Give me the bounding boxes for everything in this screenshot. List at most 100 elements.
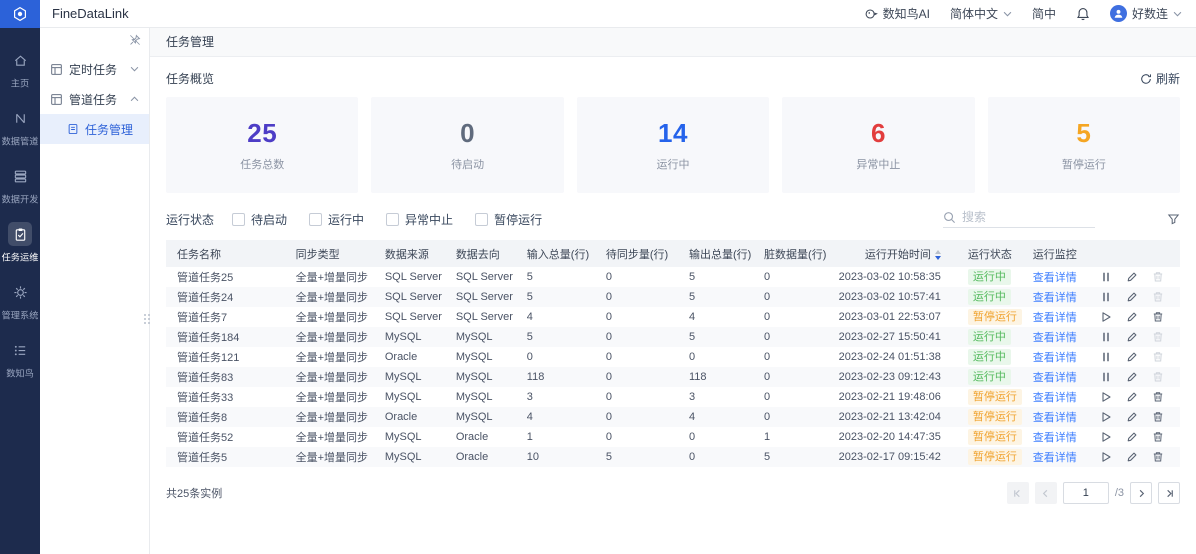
language-short-label: 简中 [1031, 7, 1056, 21]
edit-icon[interactable] [1126, 431, 1138, 443]
view-details-link[interactable]: 查看详情 [1033, 332, 1077, 344]
edit-icon[interactable] [1126, 351, 1138, 363]
pause-icon[interactable] [1100, 331, 1112, 343]
view-details-link[interactable]: 查看详情 [1033, 312, 1077, 324]
cell-actions [1089, 387, 1180, 407]
checkbox-label: 运行中 [328, 212, 365, 227]
user-menu[interactable]: 好数连 [1109, 5, 1182, 22]
document-icon [67, 123, 79, 135]
play-icon[interactable] [1100, 411, 1112, 423]
delete-icon[interactable] [1152, 431, 1164, 443]
refresh-button[interactable]: 刷新 [1140, 70, 1180, 87]
delete-icon[interactable] [1152, 411, 1164, 423]
edit-icon[interactable] [1126, 411, 1138, 423]
bird-icon [865, 8, 878, 19]
cell-task-name: 管道任务83 [166, 367, 285, 387]
cell-start-time: 2023-03-02 10:58:35 [838, 271, 941, 283]
status-badge: 暂停运行 [967, 429, 1022, 445]
delete-icon[interactable] [1152, 391, 1164, 403]
view-details-link[interactable]: 查看详情 [1033, 352, 1077, 364]
status-filter-checkbox[interactable]: 异常中止 [386, 211, 453, 228]
cell-input-total: 5 [526, 271, 533, 283]
view-details-link[interactable]: 查看详情 [1033, 272, 1077, 284]
notifications-button[interactable] [1076, 7, 1090, 21]
view-details-link[interactable]: 查看详情 [1033, 372, 1077, 384]
sort-descending-icon[interactable] [934, 249, 941, 260]
cell-status: 暂停运行 [957, 427, 1022, 447]
play-icon[interactable] [1100, 451, 1112, 463]
status-filter-checkbox[interactable]: 运行中 [309, 211, 364, 228]
pause-icon[interactable] [1100, 291, 1112, 303]
primary-nav-data-develop[interactable]: 数据开发 [0, 164, 40, 206]
secondary-nav-item-task-management[interactable]: 任务管理 [40, 114, 149, 144]
cell-dirty-data: 0 [764, 351, 771, 363]
view-details-link[interactable]: 查看详情 [1033, 292, 1077, 304]
ai-assistant-button[interactable]: 数知鸟AI [864, 5, 930, 22]
edit-icon[interactable] [1126, 291, 1138, 303]
pause-icon[interactable] [1100, 351, 1112, 363]
play-icon[interactable] [1100, 391, 1112, 403]
app-logo[interactable] [0, 0, 40, 28]
primary-nav-data-pipeline[interactable]: 数据管道 [0, 106, 40, 148]
cell-dirty-data: 1 [764, 431, 771, 443]
avatar [1109, 5, 1127, 22]
unpin-icon[interactable] [129, 34, 141, 46]
folder-tasks-icon [50, 93, 63, 106]
next-page-button[interactable] [1130, 482, 1152, 504]
view-details-link[interactable]: 查看详情 [1033, 452, 1077, 464]
search-input[interactable] [962, 210, 1082, 224]
primary-nav-shuzhiniao[interactable]: 数知鸟 [5, 338, 35, 380]
language-selector[interactable]: 简体中文 [950, 5, 1012, 22]
delete-icon[interactable] [1152, 311, 1164, 323]
checkbox-icon [232, 212, 246, 226]
edit-icon[interactable] [1126, 311, 1138, 323]
secondary-nav-label: 管道任务 [69, 92, 118, 107]
edit-icon[interactable] [1126, 271, 1138, 283]
delete-icon[interactable] [1152, 451, 1164, 463]
status-filter-checkbox[interactable]: 待启动 [232, 211, 287, 228]
column-header: 待同步量(行) [594, 240, 678, 267]
view-details-link[interactable]: 查看详情 [1033, 392, 1077, 404]
edit-icon[interactable] [1126, 371, 1138, 383]
cell-input-total: 118 [515, 367, 595, 387]
primary-nav-home[interactable]: 主页 [8, 48, 32, 90]
chevron-up-icon [130, 96, 139, 102]
page-number-input[interactable] [1062, 482, 1109, 504]
view-details-link[interactable]: 查看详情 [1033, 432, 1077, 444]
cell-start-time: 2023-03-02 10:57:41 [826, 287, 957, 307]
play-icon[interactable] [1100, 311, 1112, 323]
data-develop-icon [8, 164, 32, 188]
primary-nav-system-settings[interactable]: 管理系统 [0, 280, 40, 322]
status-badge: 运行中 [967, 369, 1011, 385]
cell-task-name: 管道任务184 [166, 327, 285, 347]
play-icon[interactable] [1100, 431, 1112, 443]
stat-value: 5 [1076, 118, 1092, 148]
cell-output-total: 5 [689, 271, 696, 283]
cell-sync-type: 全量+增量同步 [284, 327, 374, 347]
secondary-nav-group[interactable]: 管道任务 [40, 84, 149, 114]
sidebar-resize-handle[interactable] [144, 314, 150, 324]
edit-icon[interactable] [1126, 391, 1138, 403]
column-header[interactable]: 运行开始时间 [826, 240, 957, 267]
search-box[interactable] [943, 210, 1095, 228]
last-page-button[interactable] [1158, 482, 1180, 504]
status-badge: 暂停运行 [967, 449, 1022, 465]
task-ops-icon [8, 222, 32, 246]
bell-icon [1077, 7, 1089, 20]
search-icon [944, 211, 956, 223]
edit-icon[interactable] [1126, 451, 1138, 463]
cell-sync-type: 全量+增量同步 [295, 352, 369, 364]
view-details-link[interactable]: 查看详情 [1033, 412, 1077, 424]
cell-monitor: 查看详情 [1022, 307, 1089, 327]
filter-funnel-icon[interactable] [1167, 213, 1180, 226]
primary-nav-task-ops[interactable]: 任务运维 [0, 222, 40, 264]
primary-nav-label: 主页 [10, 79, 30, 90]
status-filter-checkbox[interactable]: 暂停运行 [475, 211, 542, 228]
edit-icon[interactable] [1126, 331, 1138, 343]
pause-icon[interactable] [1100, 271, 1112, 283]
cell-start-time: 2023-02-17 09:15:42 [826, 447, 957, 467]
secondary-nav-group[interactable]: 定时任务 [40, 54, 149, 84]
cell-task-name: 管道任务5 [166, 447, 285, 467]
cell-data-target: MySQL [455, 351, 493, 363]
pause-icon[interactable] [1100, 371, 1112, 383]
